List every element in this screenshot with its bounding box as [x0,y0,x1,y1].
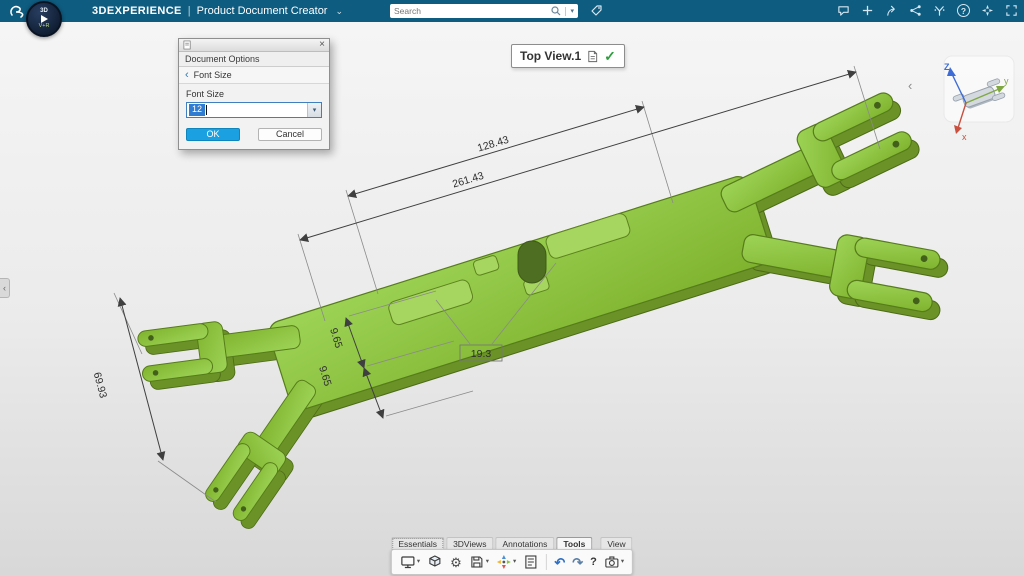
compass-colorful-icon [496,554,512,570]
application-window: 128.43 261.43 69.93 9.65 9.65 19.3 [0,0,1024,576]
undo-icon: ↶ [554,556,565,569]
font-size-field-label: Font Size [186,89,322,99]
confirm-check-icon[interactable]: ✓ [604,49,616,63]
selected-input-text: 12 [189,104,205,116]
gear-icon: ⚙ [450,556,462,569]
redo-icon: ↷ [572,556,583,569]
settings-button[interactable]: ⚙ [448,550,464,574]
compass-vr-label: V+R [39,24,50,30]
search-input[interactable] [394,6,547,16]
redo-button[interactable]: ↷ [570,550,585,574]
dialog-doc-icon [183,40,192,50]
network-share-icon[interactable] [909,4,922,17]
help-button[interactable]: ? [588,550,599,574]
dropdown-arrow-icon[interactable]: ▾ [513,559,516,566]
viewport-3d[interactable]: 128.43 261.43 69.93 9.65 9.65 19.3 [0,0,1024,576]
axis-z-label: Z [944,62,950,72]
search-bar: ▾ [390,4,578,18]
undo-button[interactable]: ↶ [552,550,567,574]
capture-button[interactable]: ▾ [602,550,626,574]
cancel-button[interactable]: Cancel [258,128,322,141]
part-slot [518,241,546,283]
dialog-titlebar[interactable]: × [179,39,329,52]
dim-width[interactable]: 69.93 [91,371,109,400]
swym-icon[interactable] [933,4,946,17]
help-icon[interactable]: ? [957,4,970,17]
search-options-chevron-icon[interactable]: ▾ [570,8,574,15]
view-triad[interactable]: Z y x [944,56,1014,142]
search-divider [565,7,566,16]
brand-divider: | [188,5,191,17]
camera-icon [604,554,620,570]
view-sheet-icon[interactable] [586,50,599,63]
chevron-left-icon: ‹ [908,78,912,93]
add-icon[interactable] [861,4,874,17]
sheet-button[interactable] [521,550,541,574]
chat-icon[interactable] [837,4,850,17]
chevron-left-icon: ‹ [3,283,6,293]
play-icon[interactable] [41,15,48,23]
dropdown-arrow-icon[interactable]: ▾ [621,559,624,566]
app-switcher-chevron-icon[interactable]: ⌄ [335,6,343,17]
active-view-annotation[interactable]: Top View.1 ✓ [511,44,625,68]
platform-compass-icon[interactable] [981,4,994,17]
dialog-buttons: OK Cancel [186,128,322,141]
part-button[interactable] [425,550,445,574]
app-header: 3DEXPERIENCE | Product Document Creator … [92,5,343,17]
document-options-dialog: × Document Options ‹ Font Size Font Size… [178,38,330,150]
chevron-left-icon: ‹ [185,70,189,81]
fullscreen-icon[interactable] [1005,4,1018,17]
top-app-bar: 3DEXPERIENCE | Product Document Creator … [0,0,1024,22]
app-title[interactable]: Product Document Creator [197,5,328,17]
axis-x-label: x [962,132,967,142]
dim-length-inner[interactable]: 128.43 [476,134,510,155]
dropdown-arrow-icon: ▾ [313,107,317,114]
tag-icon[interactable] [590,4,603,17]
action-toolbar: ▾ ⚙ ▾ ▾ [391,549,633,575]
export-view-button[interactable]: ▾ [398,550,422,574]
combo-dropdown-button[interactable]: ▾ [307,103,321,117]
sheet-icon [523,554,539,570]
ok-button[interactable]: OK [186,128,240,141]
monitor-icon [400,554,416,570]
part-model[interactable] [127,86,972,555]
dim-length-outer[interactable]: 261.43 [451,170,485,191]
cube-icon [427,554,443,570]
brand-title: 3DEXPERIENCE [92,5,182,17]
search-icon[interactable] [551,6,561,16]
close-icon[interactable]: × [319,40,325,50]
dropdown-arrow-icon[interactable]: ▾ [486,559,489,566]
font-size-input[interactable]: 12 ▾ [186,102,322,118]
panel-expander-arrow[interactable]: ‹ [0,278,10,298]
text-caret [206,105,207,115]
dialog-section-title: Document Options [179,52,329,67]
compass-3d-label: 3D [40,8,48,14]
save-button[interactable]: ▾ [467,550,491,574]
toolbar-divider [546,554,547,570]
help-glyph: ? [961,6,966,16]
floppy-save-icon [469,554,485,570]
back-nav-label: Font Size [194,70,232,80]
update-button[interactable]: ▾ [494,550,518,574]
dim-gap[interactable]: 19.3 [471,348,492,360]
view-name-label: Top View.1 [520,49,581,63]
axis-y-label: y [1004,76,1009,86]
triad-collapse-chevron[interactable]: ‹ [908,78,912,93]
dropdown-arrow-icon[interactable]: ▾ [417,559,420,566]
topbar-actions: ? [837,4,1018,17]
question-mark-icon: ? [590,557,597,568]
share-icon[interactable] [885,4,898,17]
compass-widget[interactable]: 3D V+R [26,1,62,37]
back-nav-row[interactable]: ‹ Font Size [179,67,329,84]
